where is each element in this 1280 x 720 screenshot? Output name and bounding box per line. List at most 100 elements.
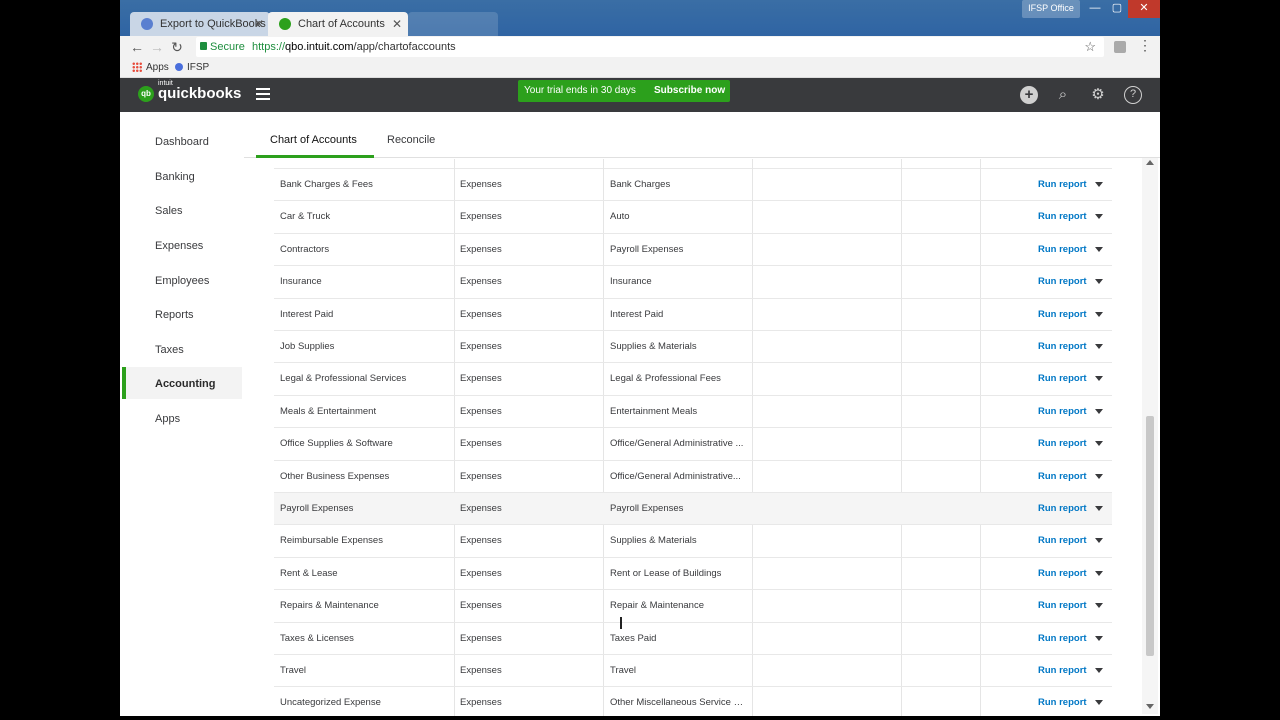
table-row[interactable]: Meals & Entertainment Expenses Entertainme… (274, 396, 1112, 429)
table-row[interactable]: Contractors Expenses Payroll Expenses Run r… (274, 234, 1112, 267)
address-bar[interactable]: Secure https://qbo.intuit.com/app/charto… (196, 37, 1104, 57)
close-window-icon[interactable]: ✕ (1128, 0, 1160, 18)
table-row[interactable]: Payroll Expenses Expenses Payroll Expenses… (274, 493, 1112, 526)
chevron-down-icon[interactable] (1095, 603, 1103, 609)
sidebar-item-accounting[interactable]: Accounting (155, 378, 216, 390)
sidebar-item-apps[interactable]: Apps (155, 413, 180, 425)
run-report-link[interactable]: Run report (1038, 428, 1087, 460)
sidebar-item-sales[interactable]: Sales (155, 205, 183, 217)
maximize-icon[interactable]: ▢ (1106, 0, 1128, 18)
account-type: Expenses (460, 308, 502, 320)
chevron-down-icon[interactable] (1095, 635, 1103, 641)
chevron-down-icon[interactable] (1095, 279, 1103, 285)
quickbooks-logo[interactable]: qb (138, 86, 154, 102)
table-row[interactable]: Uncategorized Expense Expenses Other Misce… (274, 687, 1112, 716)
page-scrollbar[interactable] (1142, 158, 1158, 714)
run-report-link[interactable]: Run report (1038, 590, 1087, 622)
table-row[interactable]: Job Supplies Expenses Supplies & Materials… (274, 331, 1112, 364)
chevron-down-icon[interactable] (1095, 408, 1103, 414)
run-report-link[interactable]: Run report (1038, 623, 1087, 655)
scroll-down-arrow-icon[interactable] (1146, 704, 1154, 709)
chevron-down-icon[interactable] (1095, 214, 1103, 220)
scrollbar-thumb[interactable] (1146, 416, 1154, 656)
scroll-up-arrow-icon[interactable] (1146, 160, 1154, 165)
browser-tab-chart-of-accounts[interactable]: Chart of Accounts ✕ (268, 12, 408, 36)
sidebar-item-dashboard[interactable]: Dashboard (155, 136, 209, 148)
hamburger-menu-icon[interactable] (256, 88, 270, 100)
chevron-down-icon[interactable] (1095, 506, 1103, 511)
subscribe-now-link[interactable]: Subscribe now (654, 80, 725, 102)
account-detail-type: Insurance (610, 276, 652, 288)
run-report-link[interactable]: Run report (1038, 461, 1087, 493)
run-report-link[interactable]: Run report (1038, 493, 1087, 525)
gear-icon[interactable]: ⚙ (1089, 86, 1107, 104)
search-icon[interactable]: ⌕ (1054, 86, 1072, 104)
bookmark-ifsp[interactable]: IFSP (187, 61, 209, 75)
bookmark-apps[interactable]: Apps (146, 61, 169, 75)
table-row[interactable]: Car & Truck Expenses Auto Run report (274, 201, 1112, 234)
sidebar-item-expenses[interactable]: Expenses (155, 240, 203, 252)
tab-chart-of-accounts[interactable]: Chart of Accounts (270, 134, 357, 146)
table-row[interactable]: Legal & Professional Services Expenses Leg… (274, 363, 1112, 396)
table-row[interactable]: Travel Expenses Travel Run report (274, 655, 1112, 688)
new-tab-button[interactable] (408, 12, 498, 36)
table-row[interactable]: Office Supplies & Software Expenses Office… (274, 428, 1112, 461)
table-row[interactable]: Insurance Expenses Insurance Run report (274, 266, 1112, 299)
close-tab-icon[interactable]: ✕ (392, 12, 402, 36)
table-row[interactable]: Reimbursable Expenses Expenses Supplies & … (274, 525, 1112, 558)
quickbooks-wordmark[interactable]: quickbooks (158, 84, 241, 104)
chevron-down-icon[interactable] (1095, 441, 1103, 447)
table-row[interactable]: Interest Paid Expenses Interest Paid Run re… (274, 299, 1112, 331)
tab-reconcile[interactable]: Reconcile (387, 134, 435, 146)
run-report-link[interactable]: Run report (1038, 169, 1087, 201)
chevron-down-icon[interactable] (1095, 246, 1103, 252)
help-icon[interactable]: ? (1124, 86, 1142, 104)
table-row[interactable]: Rent & Lease Expenses Rent or Lease of Bui… (274, 558, 1112, 591)
run-report-link[interactable]: Run report (1038, 299, 1087, 331)
run-report-link[interactable]: Run report (1038, 266, 1087, 298)
account-name: Bank Charges & Fees (280, 179, 373, 190)
account-type: Expenses (460, 179, 502, 190)
chevron-down-icon[interactable] (1095, 570, 1103, 576)
chevron-down-icon[interactable] (1095, 668, 1103, 673)
create-plus-icon[interactable]: + (1020, 86, 1038, 104)
browser-tab-export[interactable]: Export to QuickBooks - I ✕ (130, 12, 270, 36)
bookmark-star-icon[interactable]: ☆ (1084, 37, 1096, 57)
chevron-down-icon[interactable] (1095, 700, 1103, 706)
extension-icon[interactable] (1114, 41, 1126, 53)
run-report-link[interactable]: Run report (1038, 363, 1087, 395)
account-name: Reimbursable Expenses (280, 535, 383, 547)
chevron-down-icon[interactable] (1095, 311, 1103, 317)
run-report-link[interactable]: Run report (1038, 558, 1087, 590)
run-report-link[interactable]: Run report (1038, 331, 1087, 363)
chevron-down-icon[interactable] (1095, 376, 1103, 382)
sidebar-item-employees[interactable]: Employees (155, 275, 209, 287)
chevron-down-icon[interactable] (1095, 344, 1103, 349)
window-user-badge[interactable]: IFSP Office (1022, 0, 1080, 18)
run-report-link[interactable]: Run report (1038, 201, 1087, 233)
browser-menu-icon[interactable]: ⋮ (1138, 37, 1152, 54)
browser-window: Export to QuickBooks - I ✕ Chart of Acco… (120, 0, 1160, 716)
table-row[interactable]: Other Business Expenses Expenses Office/Ge… (274, 461, 1112, 493)
trial-text: Your trial ends in 30 days (524, 85, 636, 96)
sidebar-item-banking[interactable]: Banking (155, 171, 195, 183)
run-report-link[interactable]: Run report (1038, 234, 1087, 266)
run-report-link[interactable]: Run report (1038, 396, 1087, 428)
run-report-link[interactable]: Run report (1038, 687, 1087, 716)
forward-arrow-icon[interactable]: → (148, 38, 166, 56)
close-tab-icon[interactable]: ✕ (254, 12, 264, 36)
minimize-icon[interactable]: — (1084, 0, 1106, 18)
run-report-link[interactable]: Run report (1038, 525, 1087, 557)
chevron-down-icon[interactable] (1095, 473, 1103, 479)
run-report-link[interactable]: Run report (1038, 655, 1087, 687)
sidebar-item-taxes[interactable]: Taxes (155, 344, 184, 356)
reload-icon[interactable]: ↻ (168, 38, 186, 56)
table-row[interactable]: Repairs & Maintenance Expenses Repair & Ma… (274, 590, 1112, 623)
table-row[interactable]: Taxes & Licenses Expenses Taxes Paid Run re… (274, 623, 1112, 655)
sidebar-item-reports[interactable]: Reports (155, 309, 194, 321)
browser-toolbar: ← → ↻ Secure https://qbo.intuit.com/app/… (120, 36, 1160, 58)
back-arrow-icon[interactable]: ← (128, 38, 146, 56)
chevron-down-icon[interactable] (1095, 538, 1103, 544)
chevron-down-icon[interactable] (1095, 182, 1103, 187)
table-row[interactable]: Bank Charges & Fees Expenses Bank Charges R… (274, 169, 1112, 202)
